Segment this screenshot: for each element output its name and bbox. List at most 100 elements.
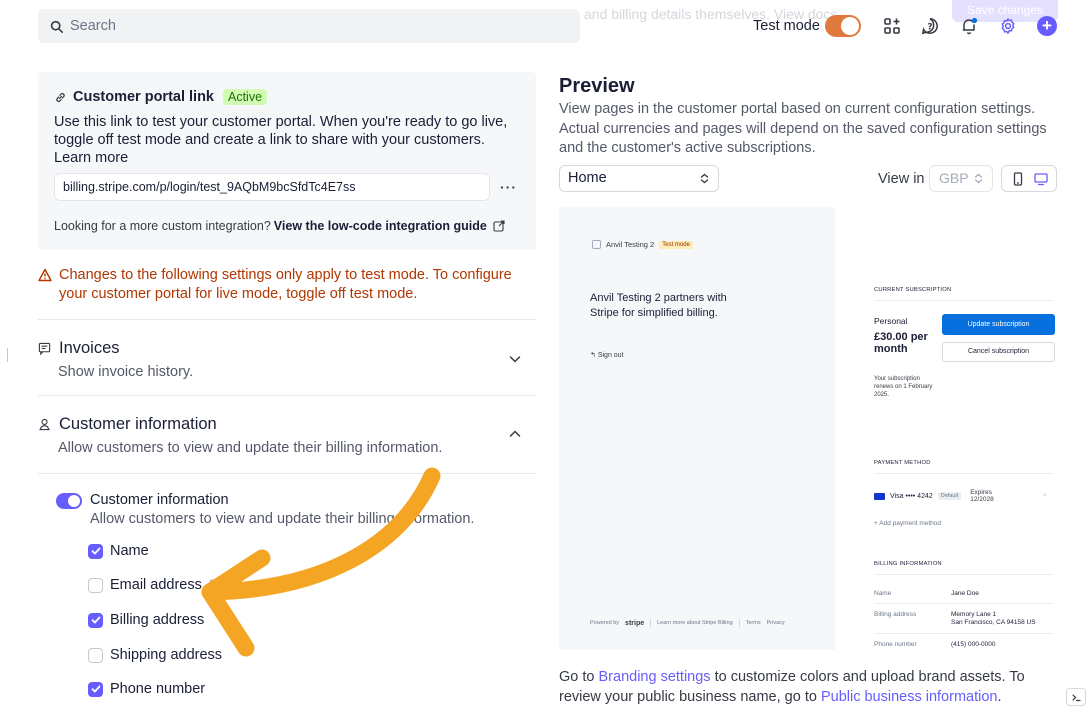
business-icon <box>592 240 601 249</box>
test-mode-warning: Changes to the following settings only a… <box>38 266 536 304</box>
divider <box>38 473 536 474</box>
privacy-link: Privacy <box>766 620 785 626</box>
divider <box>38 395 536 396</box>
public-business-information-link[interactable]: Public business information <box>821 689 998 705</box>
visa-icon <box>874 492 885 500</box>
customer-information-title: Customer information <box>59 415 217 433</box>
billing-name-key: Name <box>874 590 892 597</box>
device-toggle-group <box>1001 165 1057 192</box>
plan-name: Personal <box>874 316 908 326</box>
email-address-label: Email address <box>110 577 202 593</box>
plan-price: £30.00 per month <box>874 331 928 355</box>
billing-information-heading: BILLING INFORMATION <box>874 561 942 567</box>
email-address-checkbox[interactable] <box>88 577 103 593</box>
more-options-button[interactable]: ··· <box>500 179 517 195</box>
chevron-updown-icon <box>974 173 983 184</box>
view-in-label: View in <box>878 171 925 187</box>
billing-phone-value: (415) 000-0000 <box>951 641 996 648</box>
preview-sidebar <box>559 207 835 650</box>
preview-footer-note: Go to Branding settings to customize col… <box>559 668 1059 707</box>
invoices-title: Invoices <box>59 339 120 357</box>
terminal-icon <box>1071 693 1081 701</box>
shipping-address-label: Shipping address <box>110 647 223 663</box>
billing-address-label: Billing address <box>110 612 205 628</box>
field-billing-address[interactable]: Billing address <box>88 612 204 628</box>
chevron-down-icon[interactable] <box>508 352 522 366</box>
portal-link-field[interactable]: billing.stripe.com/p/login/test_9AQbM9bc… <box>54 173 490 201</box>
preview-headline: Anvil Testing 2 partners with Stripe for… <box>590 292 727 319</box>
learn-more-billing-link: Learn more about Stripe Billing <box>657 620 733 626</box>
field-shipping-address[interactable]: Shipping address <box>88 647 222 663</box>
preview-sign-out: ↰ Sign out <box>590 351 624 359</box>
currency-select[interactable]: GBP <box>929 165 993 192</box>
field-name[interactable]: Name <box>88 543 149 559</box>
renewal-note: Your subscription renews on 1 February 2… <box>874 376 933 398</box>
portal-title: Customer portal link <box>73 89 214 105</box>
external-link-icon <box>493 220 505 232</box>
warning-text: Changes to the following settings only a… <box>59 267 512 302</box>
currency-select-value: GBP <box>939 170 969 186</box>
stripe-logo: stripe <box>625 619 645 627</box>
person-icon <box>39 418 50 431</box>
payment-card: Visa •••• 4242 Default Expires 12/2028 <box>874 489 1006 503</box>
info-icon[interactable] <box>209 579 221 591</box>
address-line-1: Memory Lane 1 <box>951 611 997 618</box>
learn-more-link[interactable]: Learn more <box>54 150 128 166</box>
name-checkbox[interactable] <box>88 543 103 559</box>
billing-address-key: Billing address <box>874 611 917 618</box>
search-icon <box>50 20 63 33</box>
link-icon <box>56 92 65 102</box>
apps-icon[interactable] <box>881 15 903 37</box>
preview-test-mode-badge: Test mode <box>659 240 693 249</box>
update-subscription-button: Update subscription <box>942 314 1055 335</box>
footer-text-start: Go to <box>559 669 595 685</box>
field-email-address[interactable]: Email address <box>88 577 221 593</box>
cancel-subscription-button: Cancel subscription <box>942 342 1055 362</box>
bell-icon[interactable] <box>958 15 980 37</box>
customer-information-toggle-description: Allow customers to view and update their… <box>90 511 475 527</box>
invoices-section[interactable]: Invoices Show invoice history. <box>38 339 536 380</box>
divider <box>874 603 1054 604</box>
test-mode-toggle[interactable] <box>825 15 861 37</box>
divider <box>38 319 536 320</box>
preview-business-name: Anvil Testing 2 <box>606 240 655 249</box>
divider <box>874 574 1054 575</box>
mobile-icon[interactable] <box>1011 171 1025 186</box>
search-input[interactable] <box>70 18 550 34</box>
card-number: Visa •••• 4242 <box>890 492 933 500</box>
help-icon[interactable]: ? <box>919 15 941 37</box>
test-mode-label: Test mode <box>753 18 820 34</box>
invoice-icon <box>38 342 51 355</box>
customer-information-section[interactable]: Customer information Allow customers to … <box>38 415 536 456</box>
billing-phone-key: Phone number <box>874 641 917 648</box>
terminal-button[interactable] <box>1066 688 1086 706</box>
payment-method-heading: PAYMENT METHOD <box>874 460 931 466</box>
shipping-address-checkbox[interactable] <box>88 647 103 663</box>
customer-information-toggle-label: Customer information <box>90 492 229 508</box>
portal-description-text: Use this link to test your customer port… <box>54 114 508 148</box>
footer-text-end: . <box>997 688 1002 705</box>
divider <box>874 633 1054 634</box>
gear-icon[interactable] <box>997 15 1019 37</box>
default-badge: Default <box>937 492 962 500</box>
remove-card-icon: × <box>1043 492 1048 499</box>
terms-link: Terms <box>745 620 761 626</box>
integration-guide-note: Looking for a more custom integration? V… <box>54 219 520 233</box>
integration-note-text: Looking for a more custom integration? <box>54 219 271 233</box>
billing-name-value: Jane Doe <box>951 590 979 597</box>
billing-address-checkbox[interactable] <box>88 612 103 628</box>
divider <box>874 300 1054 301</box>
phone-number-checkbox[interactable] <box>88 681 103 697</box>
resize-handle[interactable] <box>7 348 8 362</box>
preview-footer: Powered by stripe Learn more about Strip… <box>590 619 785 627</box>
integration-guide-link[interactable]: View the low-code integration guide <box>274 219 487 233</box>
search-bar[interactable] <box>38 9 580 43</box>
chevron-up-icon[interactable] <box>508 427 522 441</box>
field-phone-number[interactable]: Phone number <box>88 681 205 697</box>
desktop-icon[interactable] <box>1033 172 1048 186</box>
plus-icon[interactable]: + <box>1037 16 1057 36</box>
branding-settings-link[interactable]: Branding settings <box>599 669 711 685</box>
divider <box>874 473 1054 474</box>
customer-information-toggle[interactable] <box>56 493 82 509</box>
preview-page-select[interactable]: Home <box>559 165 719 192</box>
